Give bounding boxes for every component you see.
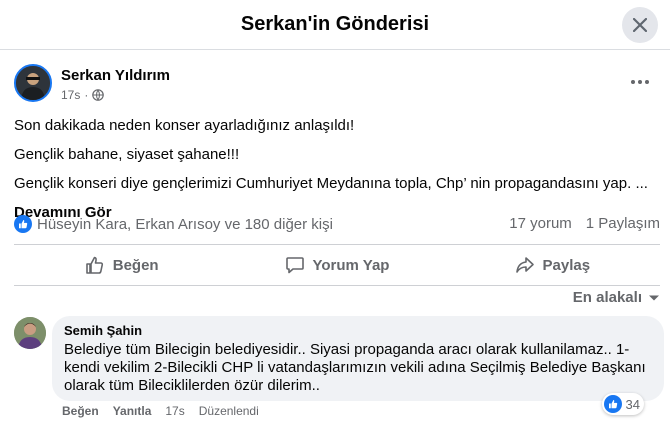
caret-down-icon	[649, 295, 659, 300]
comment-button[interactable]: Yorum Yap	[229, 245, 444, 285]
reactions-summary[interactable]: Hüseyin Kara, Erkan Arısoy ve 180 diğer …	[14, 215, 333, 233]
post-actions: Beğen Yorum Yap Paylaş	[14, 244, 660, 286]
more-horizontal-icon	[631, 80, 649, 84]
post-paragraph: Son dakikada neden konser ayarladığınız …	[14, 117, 355, 134]
comment-icon	[285, 257, 304, 274]
comment-reply-link[interactable]: Yanıtla	[113, 404, 152, 418]
comment-bubble: Semih Şahin Belediye tüm Bilecigin beled…	[52, 316, 664, 401]
comment-button-label: Yorum Yap	[312, 256, 390, 274]
post-more-button[interactable]	[626, 72, 654, 92]
comment-sort-dropdown[interactable]: En alakalı	[573, 289, 660, 306]
close-icon	[633, 18, 647, 32]
share-count[interactable]: 1 Paylaşım	[586, 215, 660, 232]
post-paragraph: Gençlik bahane, siyaset şahane!!!	[14, 146, 240, 163]
share-button-label: Paylaş	[542, 256, 591, 274]
like-button-label: Beğen	[112, 256, 159, 274]
sort-label: En alakalı	[572, 289, 642, 306]
post-stats: Hüseyin Kara, Erkan Arısoy ve 180 diğer …	[14, 213, 660, 235]
post-meta: 17s ·	[61, 88, 105, 102]
comment-reactions[interactable]: 34	[601, 393, 644, 415]
share-button[interactable]: Paylaş	[445, 245, 660, 285]
author-avatar[interactable]	[14, 64, 52, 102]
like-reaction-icon	[14, 215, 32, 233]
comment-like-link[interactable]: Beğen	[62, 404, 99, 418]
commenter-name[interactable]: Semih Şahin	[64, 323, 652, 338]
comment-text: Belediye tüm Bilecigin belediyesidir.. S…	[64, 341, 646, 394]
comment-count[interactable]: 17 yorum	[509, 215, 572, 232]
post-author-name[interactable]: Serkan Yıldırım	[61, 67, 170, 84]
like-button[interactable]: Beğen	[14, 245, 229, 285]
comment-reaction-count: 34	[625, 396, 640, 412]
thumbs-up-icon	[85, 256, 103, 274]
comment-time[interactable]: 17s	[165, 404, 184, 418]
dialog-header: Serkan'in Gönderisi	[0, 0, 670, 50]
like-reaction-icon	[603, 395, 622, 413]
globe-icon	[92, 89, 105, 101]
share-icon	[515, 257, 534, 273]
reactions-text[interactable]: Hüseyin Kara, Erkan Arısoy ve 180 diğer …	[37, 216, 333, 233]
close-button[interactable]	[622, 7, 658, 43]
dialog-title: Serkan'in Gönderisi	[240, 13, 430, 35]
post-time[interactable]: 17s	[61, 88, 80, 102]
comment-actions: Beğen Yanıtla 17s Düzenlendi	[62, 404, 259, 418]
post-paragraph: Gençlik konseri diye gençlerimizi Cumhur…	[14, 175, 648, 192]
post-header: Serkan Yıldırım 17s ·	[14, 64, 656, 108]
comment-edited-label[interactable]: Düzenlendi	[199, 404, 259, 418]
post-text: Son dakikada neden konser ayarladığınız …	[14, 116, 650, 223]
commenter-avatar[interactable]	[14, 317, 46, 349]
